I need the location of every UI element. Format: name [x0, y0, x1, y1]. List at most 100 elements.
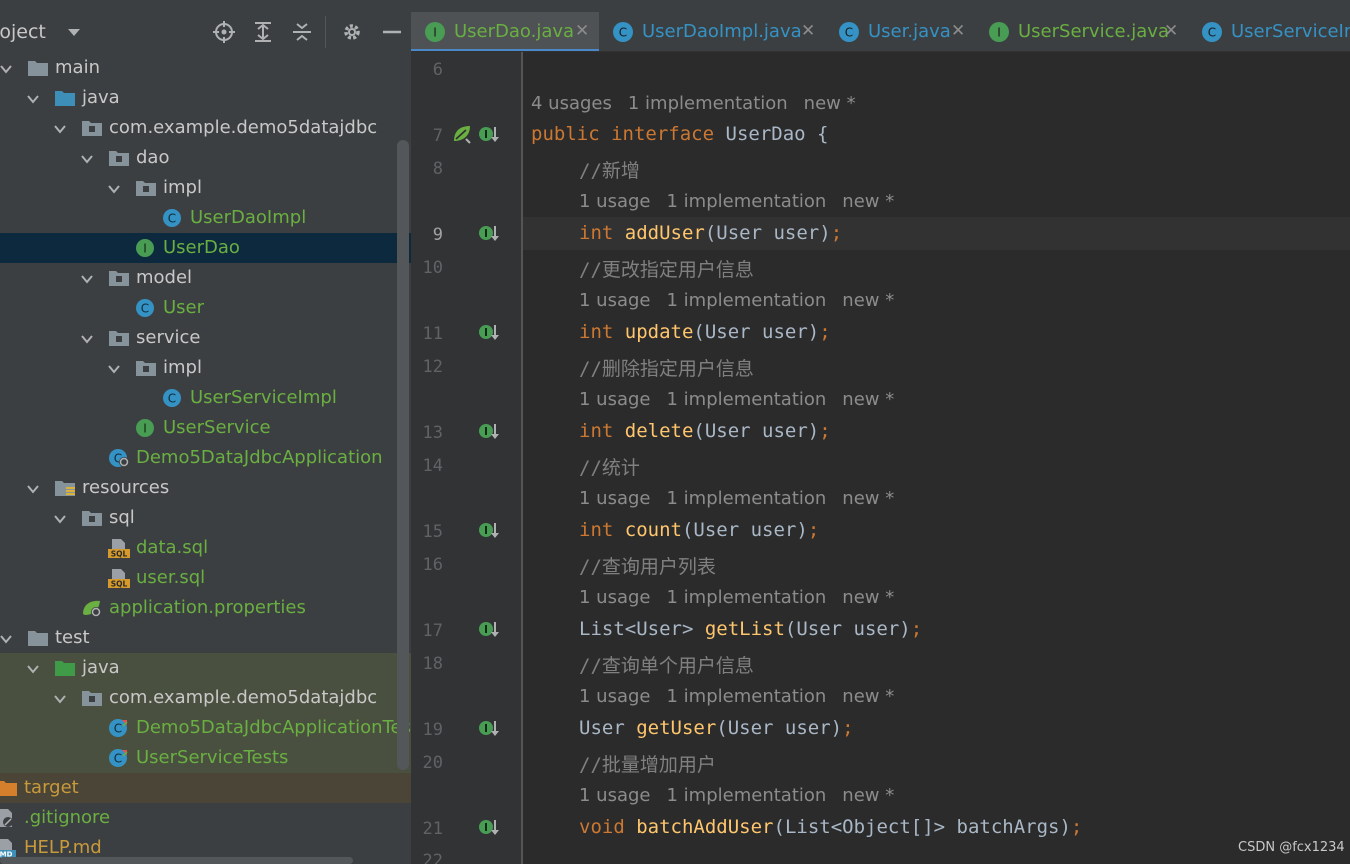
code-token: ;	[842, 717, 854, 739]
tree-item[interactable]: C Demo5DataJdbcApplicationTes	[0, 713, 411, 743]
code-vision-hint[interactable]: 4 usages 1 implementation new *	[531, 93, 872, 114]
dropdown-icon[interactable]	[62, 20, 86, 44]
tab-userservice-java[interactable]: I UserService.java ✕	[975, 12, 1188, 51]
tree-item[interactable]: application.properties	[0, 593, 411, 623]
project-scrollbar[interactable]	[397, 140, 409, 770]
code-vision-hint[interactable]: 1 usage 1 implementation new *	[579, 290, 910, 311]
chevron-down-icon[interactable]	[26, 481, 40, 495]
close-icon[interactable]: ✕	[575, 21, 589, 41]
code-line[interactable]: //新增	[579, 156, 640, 183]
code-line[interactable]: //查询单个用户信息	[579, 651, 754, 678]
line-number: 12	[422, 357, 443, 377]
tree-item[interactable]: service	[0, 323, 411, 353]
code-line[interactable]: int update(User user);	[579, 321, 831, 343]
close-icon[interactable]: ✕	[801, 21, 815, 41]
chevron-down-icon[interactable]	[26, 91, 40, 105]
locate-icon[interactable]	[212, 20, 236, 44]
tree-item[interactable]: impl	[0, 173, 411, 203]
class-icon: C	[135, 298, 157, 318]
spring-bean-icon[interactable]	[451, 123, 473, 145]
chevron-down-icon[interactable]	[53, 691, 67, 705]
code-line[interactable]: public interface UserDao {	[531, 123, 828, 145]
tree-item[interactable]: resources	[0, 473, 411, 503]
tree-item[interactable]: C UserServiceImpl	[0, 383, 411, 413]
svg-text:SQL: SQL	[111, 550, 128, 559]
hint-part: 1 implementation	[666, 785, 827, 806]
tree-item[interactable]: SQL user.sql	[0, 563, 411, 593]
code-line[interactable]: //删除指定用户信息	[579, 354, 754, 381]
code-line[interactable]: //更改指定用户信息	[579, 255, 754, 282]
implemented-down-arrow-icon[interactable]	[478, 817, 500, 839]
line-number: 13	[422, 423, 443, 443]
tree-item[interactable]: target	[0, 773, 411, 803]
tree-item[interactable]: main	[0, 53, 411, 83]
implemented-down-arrow-icon[interactable]	[478, 718, 500, 740]
tree-item[interactable]: SQL data.sql	[0, 533, 411, 563]
tree-item[interactable]: test	[0, 623, 411, 653]
implemented-down-arrow-icon[interactable]	[478, 421, 500, 443]
code-vision-hint[interactable]: 1 usage 1 implementation new *	[579, 785, 910, 806]
chevron-down-icon[interactable]	[80, 151, 94, 165]
code-line[interactable]: void batchAddUser(List<Object[]> batchAr…	[579, 816, 1082, 838]
tree-item[interactable]: java	[0, 653, 411, 683]
tree-item[interactable]: C UserServiceTests	[0, 743, 411, 773]
tree-item-label: resources	[82, 477, 170, 498]
tree-item[interactable]: sql	[0, 503, 411, 533]
project-panel-title[interactable]: roject	[0, 21, 46, 43]
code-line[interactable]: //批量增加用户	[579, 750, 716, 777]
gear-icon[interactable]	[340, 20, 364, 44]
tree-item[interactable]: model	[0, 263, 411, 293]
code-vision-hint[interactable]: 1 usage 1 implementation new *	[579, 191, 910, 212]
tree-item[interactable]: .gitignore	[0, 803, 411, 833]
code-line[interactable]: int delete(User user);	[579, 420, 831, 442]
tree-item[interactable]: com.example.demo5datajdbc	[0, 683, 411, 713]
code-line[interactable]: int count(User user);	[579, 519, 819, 541]
expand-all-icon[interactable]	[251, 20, 275, 44]
tree-item[interactable]: I UserDao	[0, 233, 411, 263]
implemented-down-arrow-icon[interactable]	[478, 322, 500, 344]
hide-panel-icon[interactable]	[380, 20, 404, 44]
chevron-down-icon[interactable]	[0, 631, 13, 645]
tab-userdaoimpl-java[interactable]: C UserDaoImpl.java ✕	[599, 12, 825, 51]
code-vision-hint[interactable]: 1 usage 1 implementation new *	[579, 389, 910, 410]
code-line[interactable]: List<User> getList(User user);	[579, 618, 922, 640]
code-line[interactable]: //统计	[579, 453, 640, 480]
tree-item[interactable]: dao	[0, 143, 411, 173]
code-vision-hint[interactable]: 1 usage 1 implementation new *	[579, 587, 910, 608]
implemented-down-arrow-icon[interactable]	[478, 520, 500, 542]
chevron-down-icon[interactable]	[80, 331, 94, 345]
implemented-down-arrow-icon[interactable]	[478, 223, 500, 245]
chevron-down-icon[interactable]	[0, 61, 13, 75]
code-line[interactable]: //查询用户列表	[579, 552, 716, 579]
svg-text:C: C	[845, 26, 853, 40]
code-vision-hint[interactable]: 1 usage 1 implementation new *	[579, 488, 910, 509]
tree-item[interactable]: C Demo5DataJdbcApplication	[0, 443, 411, 473]
close-icon[interactable]: ✕	[951, 21, 965, 41]
tree-item[interactable]: impl	[0, 353, 411, 383]
chevron-down-icon[interactable]	[80, 271, 94, 285]
tree-item[interactable]: I UserService	[0, 413, 411, 443]
tab-userdao-java[interactable]: I UserDao.java ✕	[411, 12, 599, 51]
implemented-down-arrow-icon[interactable]	[478, 619, 500, 641]
tree-item[interactable]: C UserDaoImpl	[0, 203, 411, 233]
collapse-all-icon[interactable]	[290, 20, 314, 44]
implemented-down-arrow-icon[interactable]	[478, 124, 500, 146]
close-icon[interactable]: ✕	[1164, 21, 1178, 41]
chevron-down-icon[interactable]	[53, 511, 67, 525]
code-vision-hint[interactable]: 1 usage 1 implementation new *	[579, 686, 910, 707]
tree-item[interactable]: com.example.demo5datajdbc	[0, 113, 411, 143]
project-horizontal-scrollbar[interactable]	[0, 857, 353, 864]
chevron-down-icon[interactable]	[26, 661, 40, 675]
code-editor[interactable]	[523, 52, 1350, 864]
svg-text:I: I	[143, 242, 147, 256]
line-number: 8	[432, 159, 443, 179]
code-line[interactable]: User getUser(User user);	[579, 717, 854, 739]
tab-userserviceimpl[interactable]: C UserServiceImpl	[1188, 12, 1350, 51]
code-line[interactable]: int addUser(User user);	[579, 222, 842, 244]
tab-user-java[interactable]: C User.java ✕	[825, 12, 975, 51]
chevron-down-icon[interactable]	[107, 181, 121, 195]
tree-item[interactable]: C User	[0, 293, 411, 323]
chevron-down-icon[interactable]	[53, 121, 67, 135]
chevron-down-icon[interactable]	[107, 361, 121, 375]
tree-item[interactable]: java	[0, 83, 411, 113]
